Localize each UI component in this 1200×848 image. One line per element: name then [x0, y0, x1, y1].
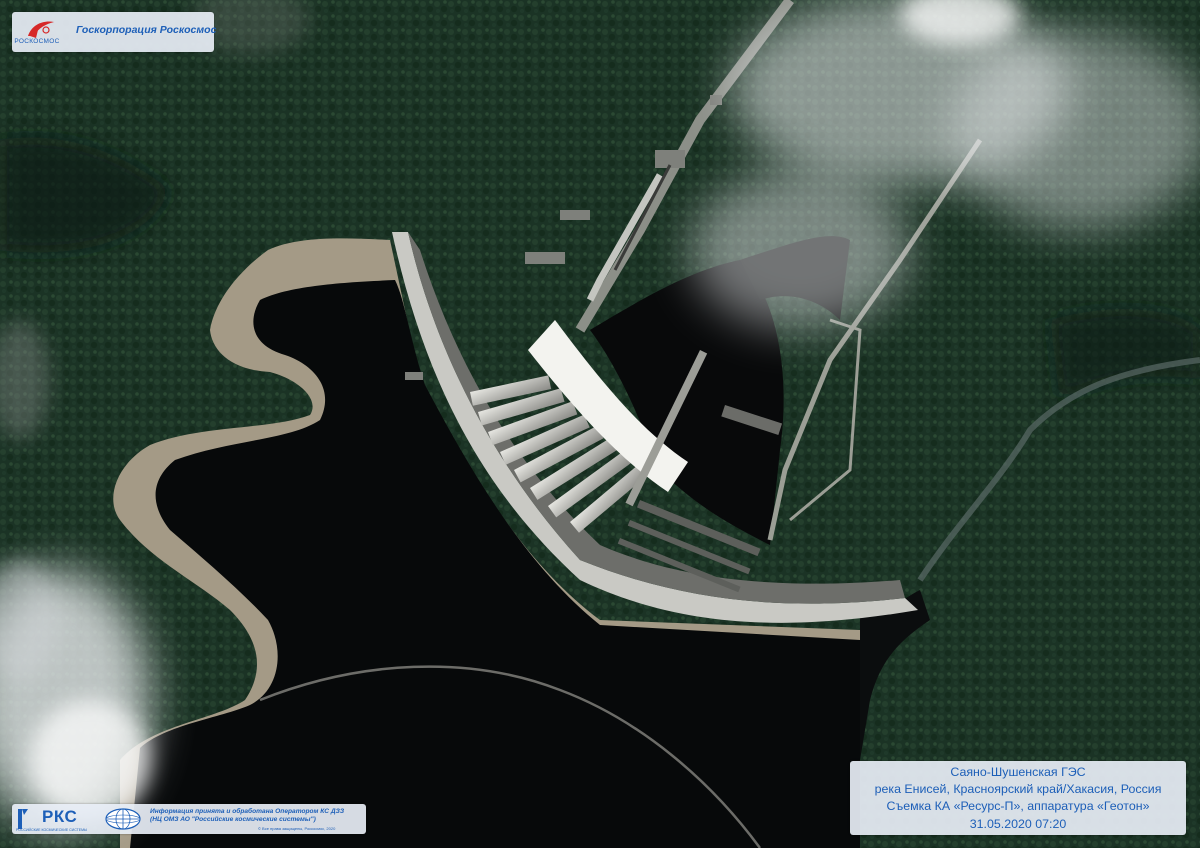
satellite-image — [0, 0, 1200, 848]
caption-datetime: 31.05.2020 07:20 — [969, 816, 1067, 831]
info-line-2: (НЦ ОМЗ АО "Российские космические систе… — [150, 816, 316, 823]
org-name: Госкорпорация Роскосмос — [76, 24, 217, 36]
rks-logo-subtext: РОССИЙСКИЕ КОСМИЧЕСКИЕ СИСТЕМЫ — [16, 828, 88, 832]
copyright-note: © Все права защищены, Роскосмос, 2020 — [258, 826, 336, 831]
caption-instrument: Съемка КА «Ресурс-П», аппаратура «Геотон… — [886, 799, 1150, 814]
info-line-1: Информация принята и обработана Оператор… — [150, 808, 345, 815]
caption-box: Саяно-Шушенская ГЭС река Енисей, Красноя… — [850, 761, 1186, 835]
caption-location: река Енисей, Красноярский край/Хакасия, … — [874, 782, 1162, 797]
rks-badge: РКС РОССИЙСКИЕ КОСМИЧЕСКИЕ СИСТЕМЫ Инфор… — [12, 804, 366, 834]
globe-icon — [105, 808, 141, 830]
caption-title: Саяно-Шушенская ГЭС — [950, 765, 1086, 779]
roscosmos-logo-caption: РОСКОСМОС — [14, 38, 60, 45]
roscosmos-badge: РОСКОСМОС Госкорпорация Роскосмос — [12, 12, 217, 52]
rks-logo-text: РКС — [42, 807, 78, 826]
